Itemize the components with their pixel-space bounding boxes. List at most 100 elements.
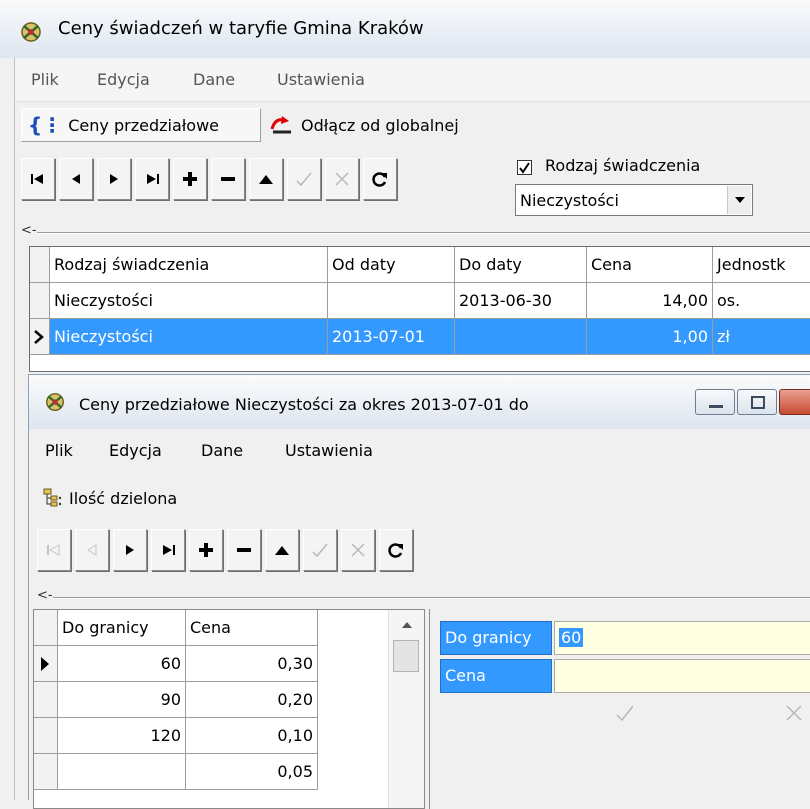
main-window-title: Ceny świadczeń w taryfie Gmina Kraków: [58, 18, 424, 39]
delete-record-button[interactable]: [227, 529, 261, 571]
table-cell[interactable]: 2013-06-30: [455, 283, 587, 319]
plus-icon: [199, 543, 213, 557]
disconnect-global-button[interactable]: Odłącz od globalnej: [263, 108, 513, 142]
prior-record-button[interactable]: [59, 158, 93, 200]
row-indicator[interactable]: [34, 682, 58, 718]
inner-app-icon: [46, 393, 64, 411]
cancel-record-button[interactable]: [325, 158, 359, 200]
grid-vertical-scrollbar[interactable]: [388, 610, 425, 808]
col-header-from-date[interactable]: Od daty: [328, 247, 455, 283]
table-cell[interactable]: 14,00: [587, 283, 713, 319]
cancel-x-icon[interactable]: [786, 705, 802, 721]
col-header-service-type[interactable]: Rodzaj świadczenia: [50, 247, 328, 283]
x-icon: [335, 172, 349, 186]
price-ranges-button[interactable]: {⋮ Ceny przedziałowe: [21, 108, 261, 142]
prior-icon: [87, 544, 97, 556]
last-record-button[interactable]: [135, 158, 169, 200]
table-cell[interactable]: 60: [58, 646, 186, 682]
table-cell[interactable]: 120: [58, 718, 186, 754]
prior-record-button[interactable]: [75, 529, 109, 571]
first-record-button[interactable]: [37, 529, 71, 571]
col-header-to-date[interactable]: Do daty: [455, 247, 587, 283]
table-cell[interactable]: os.: [713, 283, 810, 319]
minus-icon: [221, 177, 235, 181]
table-cell-selected[interactable]: Nieczystości: [50, 319, 328, 355]
price-ranges-label: Ceny przedziałowe: [68, 115, 220, 135]
col-header-unit[interactable]: Jednostk: [713, 247, 810, 283]
main-splitter[interactable]: <-: [21, 223, 810, 242]
collapse-arrow-icon: <-: [37, 588, 53, 603]
price-ranges-grid[interactable]: Do granicy Cena 60 0,30 90 0,20 120 0,10…: [33, 609, 425, 809]
next-record-button[interactable]: [97, 158, 131, 200]
minimize-button[interactable]: [695, 389, 735, 415]
col-header-price[interactable]: Cena: [587, 247, 713, 283]
inner-menubar: Plik Edycja Dane Ustawienia: [29, 429, 810, 471]
edit-record-button[interactable]: [249, 158, 283, 200]
inner-menu-data[interactable]: Dane: [201, 441, 243, 460]
cancel-record-button[interactable]: [341, 529, 375, 571]
post-record-button[interactable]: [303, 529, 337, 571]
filter-checkbox[interactable]: [517, 160, 532, 175]
x-icon: [351, 543, 365, 557]
current-row-indicator[interactable]: [34, 646, 58, 682]
table-cell[interactable]: 0,30: [186, 646, 318, 682]
edit-record-button[interactable]: [265, 529, 299, 571]
col-header-price[interactable]: Cena: [186, 610, 318, 646]
scroll-thumb[interactable]: [393, 640, 419, 672]
table-cell-selected[interactable]: zł: [713, 319, 810, 355]
table-cell-selected[interactable]: 2013-07-01: [328, 319, 455, 355]
table-cell[interactable]: [58, 754, 186, 790]
inner-splitter[interactable]: <-: [37, 588, 810, 607]
table-cell-selected[interactable]: 1,00: [587, 319, 713, 355]
price-ranges-window: Ceny przedziałowe Nieczystości za okres …: [28, 374, 810, 809]
insert-record-button[interactable]: [173, 158, 207, 200]
inner-menu-file[interactable]: Plik: [45, 441, 73, 460]
limit-field-label: Do granicy: [440, 621, 552, 655]
row-indicator[interactable]: [30, 283, 50, 319]
inner-menu-settings[interactable]: Ustawienia: [285, 441, 373, 460]
service-type-combo[interactable]: Nieczystości: [515, 184, 753, 216]
limit-field-input[interactable]: 60: [554, 621, 810, 655]
current-row-arrow-icon: [34, 330, 44, 344]
table-cell[interactable]: 0,10: [186, 718, 318, 754]
inner-menu-edit[interactable]: Edycja: [109, 441, 162, 460]
maximize-icon: [751, 396, 765, 409]
braces-icon: {⋮: [28, 113, 63, 137]
post-record-button[interactable]: [287, 158, 321, 200]
row-indicator[interactable]: [34, 718, 58, 754]
close-button[interactable]: [779, 389, 810, 415]
price-field-input[interactable]: [554, 659, 810, 693]
menu-data[interactable]: Dane: [193, 70, 235, 89]
scroll-up-icon[interactable]: [389, 612, 425, 636]
last-record-button[interactable]: [151, 529, 185, 571]
insert-record-button[interactable]: [189, 529, 223, 571]
filter-checkbox-label: Rodzaj świadczenia: [545, 156, 701, 175]
table-cell[interactable]: 90: [58, 682, 186, 718]
table-cell[interactable]: 0,20: [186, 682, 318, 718]
red-arrow-icon: [270, 116, 291, 134]
tree-list-icon: [43, 488, 62, 507]
menu-edit[interactable]: Edycja: [97, 70, 150, 89]
col-header-limit[interactable]: Do granicy: [58, 610, 186, 646]
refresh-button[interactable]: [379, 529, 413, 571]
first-record-button[interactable]: [21, 158, 55, 200]
maximize-button[interactable]: [737, 389, 777, 415]
main-action-bar: {⋮ Ceny przedziałowe Odłącz od globalnej: [15, 102, 810, 148]
table-cell-selected[interactable]: [455, 319, 587, 355]
post-check-icon[interactable]: [616, 705, 634, 721]
menu-settings[interactable]: Ustawienia: [277, 70, 365, 89]
chevron-down-icon[interactable]: [727, 186, 751, 214]
table-cell[interactable]: Nieczystości: [50, 283, 328, 319]
current-row-indicator[interactable]: [30, 319, 50, 355]
next-record-button[interactable]: [113, 529, 147, 571]
limit-field-value: 60: [559, 628, 584, 647]
check-icon: [296, 172, 312, 186]
menu-file[interactable]: Plik: [31, 70, 59, 89]
row-indicator[interactable]: [34, 754, 58, 790]
refresh-button[interactable]: [363, 158, 397, 200]
shared-quantity-button[interactable]: Ilość dzielona: [37, 481, 237, 515]
tariff-grid[interactable]: Rodzaj świadczenia Od daty Do daty Cena …: [29, 246, 810, 372]
delete-record-button[interactable]: [211, 158, 245, 200]
table-cell[interactable]: 0,05: [186, 754, 318, 790]
table-cell[interactable]: [328, 283, 455, 319]
